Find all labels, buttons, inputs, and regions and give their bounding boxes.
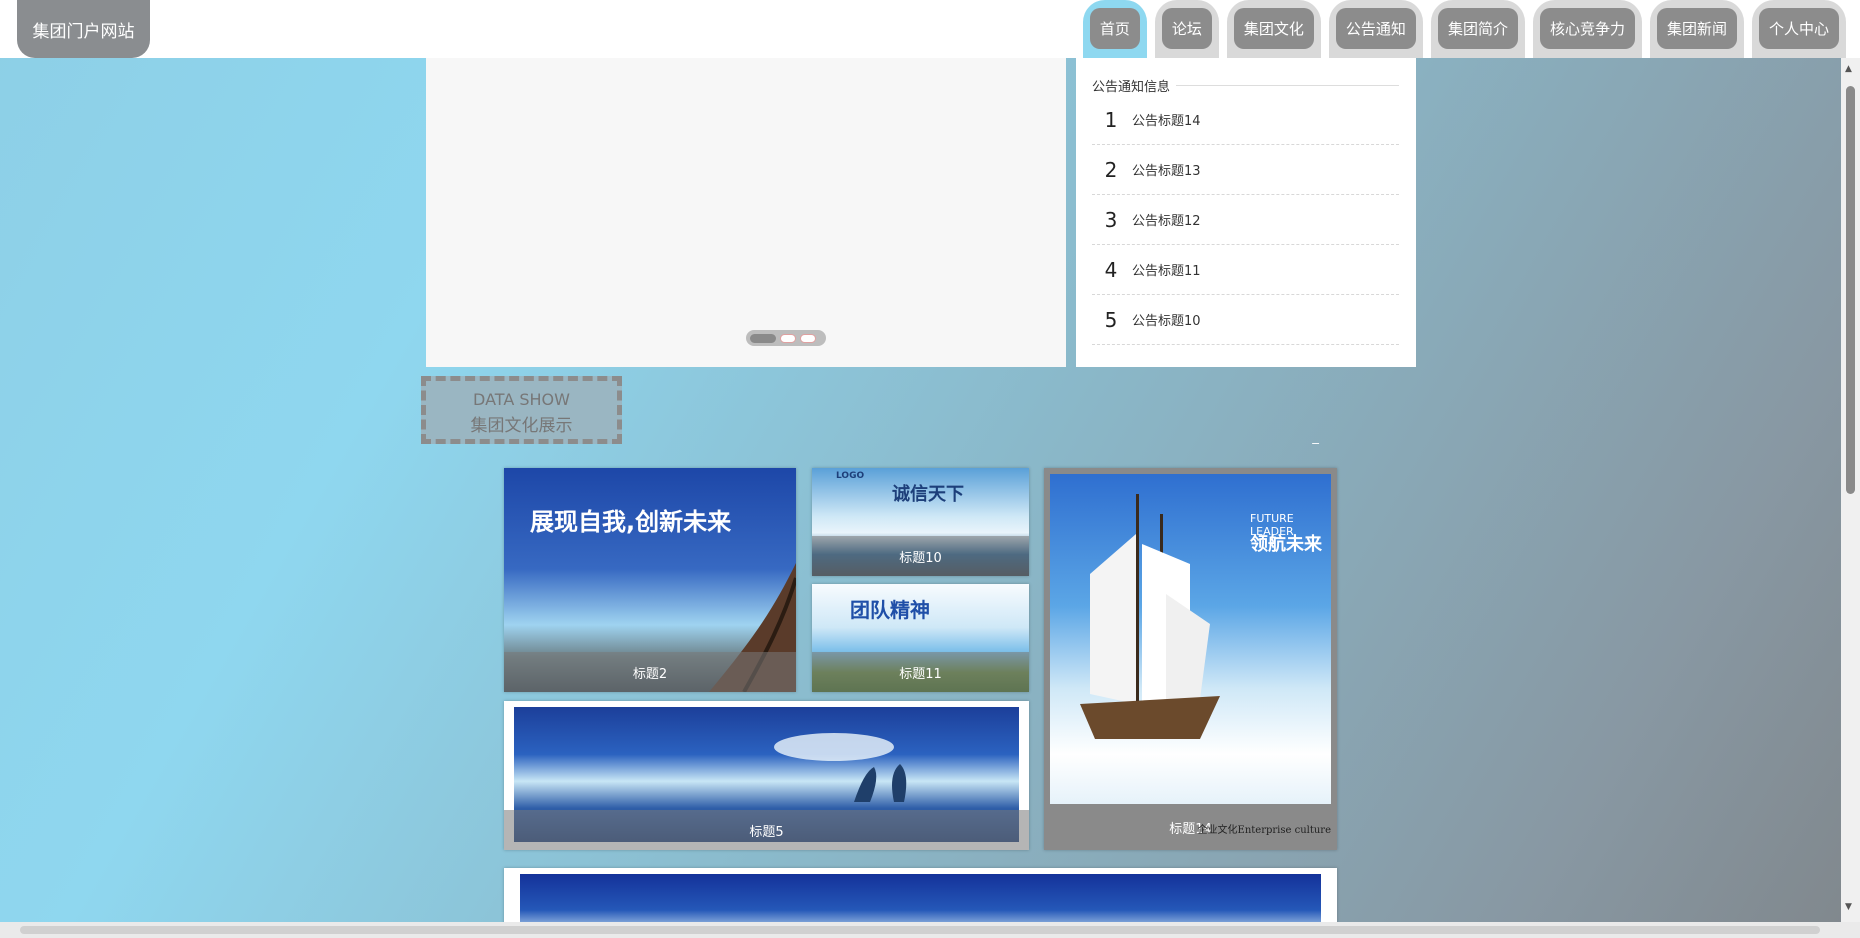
tile-caption: 标题10	[812, 536, 1029, 576]
section-title-cn: 集团文化展示	[470, 416, 573, 436]
nav-label: 首页	[1089, 8, 1140, 49]
nav-item-culture[interactable]: 集团文化	[1226, 0, 1321, 58]
nav-label: 集团文化	[1233, 8, 1314, 49]
nav-item-home[interactable]: 首页	[1082, 0, 1147, 58]
notice-item[interactable]: 5 公告标题10	[1092, 295, 1399, 345]
notice-number: 5	[1104, 307, 1118, 332]
sailing-ship-image	[1080, 494, 1220, 739]
notice-item[interactable]: 1 公告标题14	[1092, 95, 1399, 145]
nav-label: 公告通知	[1335, 8, 1416, 49]
nav-item-profile[interactable]: 个人中心	[1751, 0, 1846, 58]
section-title-data-show: DATA SHOW 集团文化展示	[421, 376, 622, 444]
scroll-thumb[interactable]	[1846, 86, 1855, 494]
nav-label: 个人中心	[1758, 8, 1839, 49]
horizontal-scrollbar[interactable]	[0, 922, 1860, 938]
banner-image	[520, 874, 1321, 928]
culture-tile[interactable]: 展现自我,创新未来 标题2	[504, 468, 796, 692]
notice-title[interactable]: 公告标题10	[1132, 310, 1201, 329]
notice-title[interactable]: 公告标题12	[1132, 210, 1201, 229]
carousel-dot-1[interactable]	[750, 333, 776, 343]
notice-item[interactable]: 3 公告标题12	[1092, 195, 1399, 245]
notice-title[interactable]: 公告标题13	[1132, 160, 1201, 179]
notice-panel: 公告通知信息 1 公告标题14 2 公告标题13 3 公告标题12 4 公告标题…	[1076, 58, 1416, 367]
nav-item-forum[interactable]: 论坛	[1154, 0, 1219, 58]
notice-item[interactable]: 2 公告标题13	[1092, 145, 1399, 195]
notice-number: 1	[1104, 107, 1118, 132]
nav-label: 集团简介	[1437, 8, 1518, 49]
tile-headline: 团队精神	[850, 598, 930, 622]
tile-headline: 诚信天下	[892, 484, 964, 505]
carousel-indicators	[746, 330, 826, 346]
culture-tile[interactable]: FUTURE LEADER 领航未来 标题14 企业文化Enterprise c…	[1044, 468, 1337, 850]
section-title-en: DATA SHOW	[473, 390, 570, 409]
notice-number: 4	[1104, 257, 1118, 282]
horizontal-scroll-thumb[interactable]	[20, 926, 1820, 934]
notice-number: 3	[1104, 207, 1118, 232]
culture-tile[interactable]: LOGO 诚信天下 标题10	[812, 468, 1029, 576]
scroll-up-icon[interactable]: ▲	[1845, 64, 1852, 74]
carousel-dot-3[interactable]	[800, 333, 816, 343]
tile-caption: 标题5	[504, 810, 1029, 850]
nav-label: 集团新闻	[1656, 8, 1737, 49]
notice-title[interactable]: 公告标题11	[1132, 260, 1201, 279]
nav-label: 核心竞争力	[1539, 8, 1635, 49]
image-carousel[interactable]	[426, 58, 1066, 367]
divider	[1176, 85, 1399, 86]
notice-heading-label: 公告通知信息	[1092, 80, 1171, 95]
scroll-down-icon[interactable]: ▼	[1845, 902, 1852, 912]
notice-heading: 公告通知信息	[1092, 76, 1399, 95]
notice-item[interactable]: 4 公告标题11	[1092, 245, 1399, 295]
nav-item-intro[interactable]: 集团简介	[1430, 0, 1525, 58]
nav-item-news[interactable]: 集团新闻	[1649, 0, 1744, 58]
notice-number: 2	[1104, 157, 1118, 182]
site-brand[interactable]: 集团门户网站	[17, 0, 150, 58]
culture-tile[interactable]: 标题5	[504, 701, 1029, 850]
ship-image: FUTURE LEADER 领航未来	[1050, 474, 1331, 804]
culture-tile[interactable]: 团队精神 标题11	[812, 584, 1029, 692]
nav-item-notice[interactable]: 公告通知	[1328, 0, 1423, 58]
tile-caption: 标题11	[812, 652, 1029, 692]
tile-logo: LOGO	[836, 471, 865, 481]
collapse-toggle[interactable]: −	[1311, 437, 1320, 450]
carousel-dot-2[interactable]	[780, 333, 796, 343]
vertical-scrollbar[interactable]: ▲ ▼	[1841, 58, 1860, 922]
culture-tile[interactable]	[504, 868, 1337, 928]
nav-label: 论坛	[1161, 8, 1212, 49]
main-nav: 首页 论坛 集团文化 公告通知 集团简介 核心竞争力 集团新闻 个人中心	[1082, 0, 1846, 58]
tile-caption: 标题2	[504, 652, 796, 692]
notice-title[interactable]: 公告标题14	[1132, 110, 1201, 129]
top-navigation-bar: 集团门户网站 首页 论坛 集团文化 公告通知 集团简介 核心竞争力 集团新闻 个…	[0, 0, 1860, 58]
tile-footnote: 企业文化Enterprise culture	[1197, 825, 1331, 836]
nav-item-competence[interactable]: 核心竞争力	[1532, 0, 1642, 58]
